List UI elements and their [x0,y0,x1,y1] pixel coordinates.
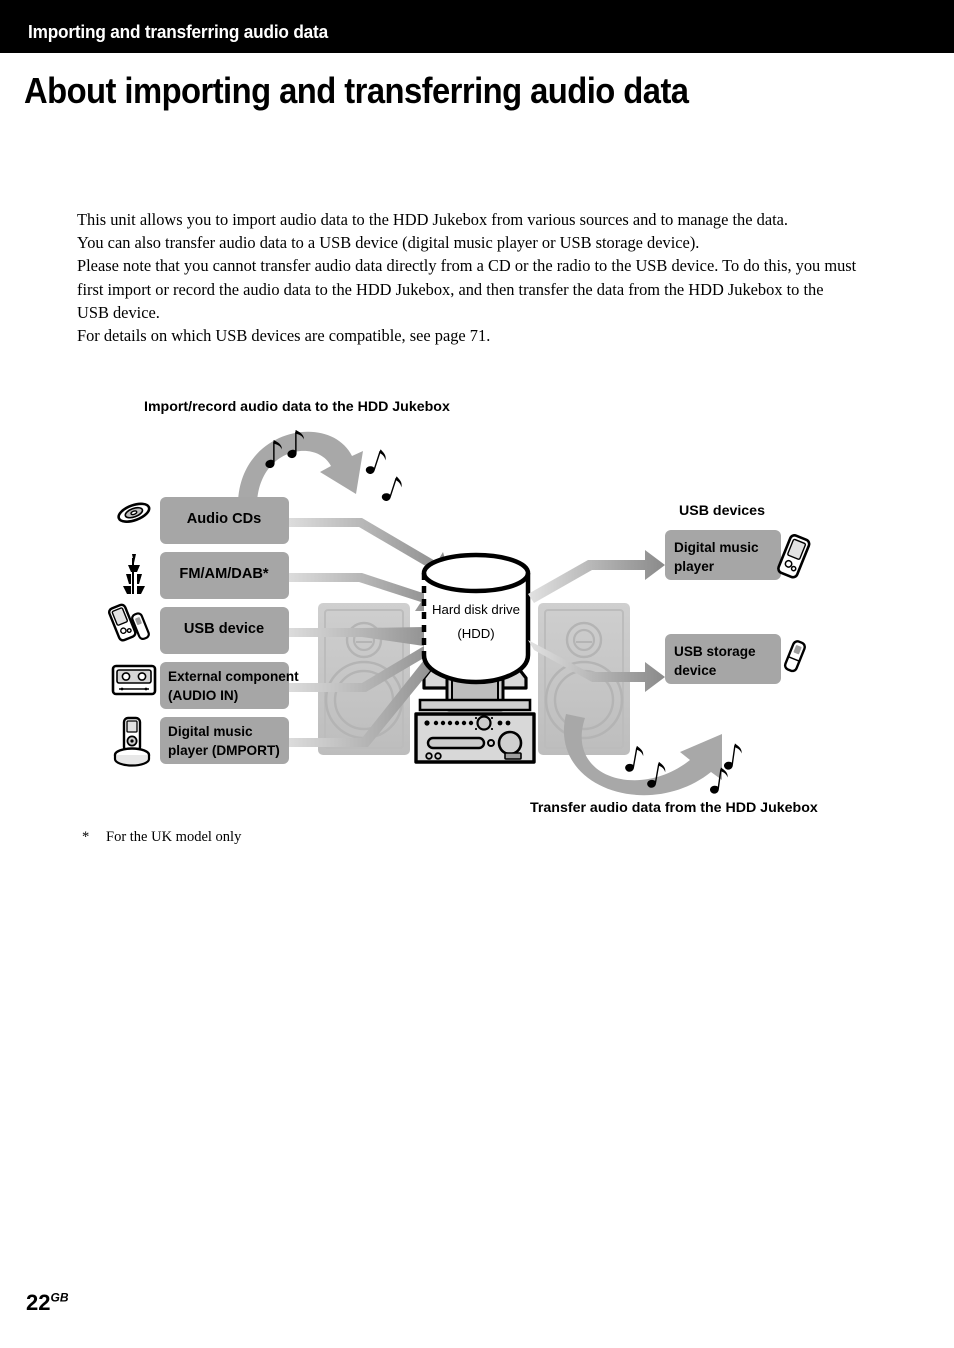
footnote-text: For the UK model only [106,829,242,845]
source-label-dmport-line1: Digital music [168,724,253,739]
manual-page: Importing and transferring audio data Ab… [0,0,954,1348]
intro-paragraph-3: Please note that you cannot transfer aud… [77,256,857,322]
intro-text-block: This unit allows you to import audio dat… [77,208,857,347]
hdd-label-line2: (HDD) [457,626,494,641]
source-label-audio-cds: Audio CDs [187,511,262,527]
source-box-fm-am-dab[interactable]: FM/AM/DAB* [160,552,289,599]
page-number: 22GB [26,1290,68,1316]
hard-disk-drive-cylinder: Hard disk drive (HDD) [421,552,531,685]
page-number-suffix: GB [50,1290,69,1305]
audio-data-flow-diagram: Import/record audio data to the HDD Juke… [0,388,954,828]
intro-paragraph-1: This unit allows you to import audio dat… [77,210,789,229]
page-title: About importing and transferring audio d… [24,70,689,111]
digital-music-player-icon [777,534,811,579]
source-box-usb-device[interactable]: USB device [160,607,289,654]
destination-label-storage-line2: device [674,663,717,678]
running-header-title: Importing and transferring audio data [28,21,328,42]
destination-label-player-line2: player [674,559,715,574]
diagram-top-caption: Import/record audio data to the HDD Juke… [144,399,450,415]
compact-disc-icon [117,502,151,523]
source-label-usb-device: USB device [184,621,264,637]
source-label-dmport-line2: player (DMPORT) [168,743,280,758]
intro-paragraph-2: You can also transfer audio data to a US… [77,233,700,253]
source-label-external-component-line1: External component [168,669,299,684]
source-box-dmport-player[interactable]: Digital music player (DMPORT) [160,717,289,764]
hdd-label-line1: Hard disk drive [432,602,520,617]
destination-box-usb-storage-device[interactable]: USB storage device [665,634,781,684]
footnote-mark: * [82,829,90,845]
usb-flash-drive-icon [783,640,806,673]
page-number-value: 22 [26,1290,51,1315]
usb-devices-heading: USB devices [679,503,765,519]
destination-label-player-line1: Digital music [674,540,759,555]
source-box-audio-cds[interactable]: Audio CDs [160,497,289,544]
usb-devices-icon [108,603,150,642]
source-label-fm-am-dab: FM/AM/DAB* [179,566,268,582]
cassette-tape-icon [111,664,157,696]
antenna-icon [123,554,145,594]
diagram-bottom-caption: Transfer audio data from the HDD Jukebox [530,800,818,816]
source-label-external-component-line2: (AUDIO IN) [168,688,238,703]
intro-paragraph-4: For details on which USB devices are com… [77,326,491,346]
footnote: * For the UK model only [82,829,241,846]
destination-box-digital-music-player[interactable]: Digital music player [665,530,781,580]
source-box-external-component[interactable]: External component (AUDIO IN) [160,662,299,709]
left-speaker-icon [318,603,410,755]
dmport-cradle-icon [113,716,151,767]
destination-label-storage-line1: USB storage [674,644,756,659]
import-curved-arrow [238,431,363,504]
